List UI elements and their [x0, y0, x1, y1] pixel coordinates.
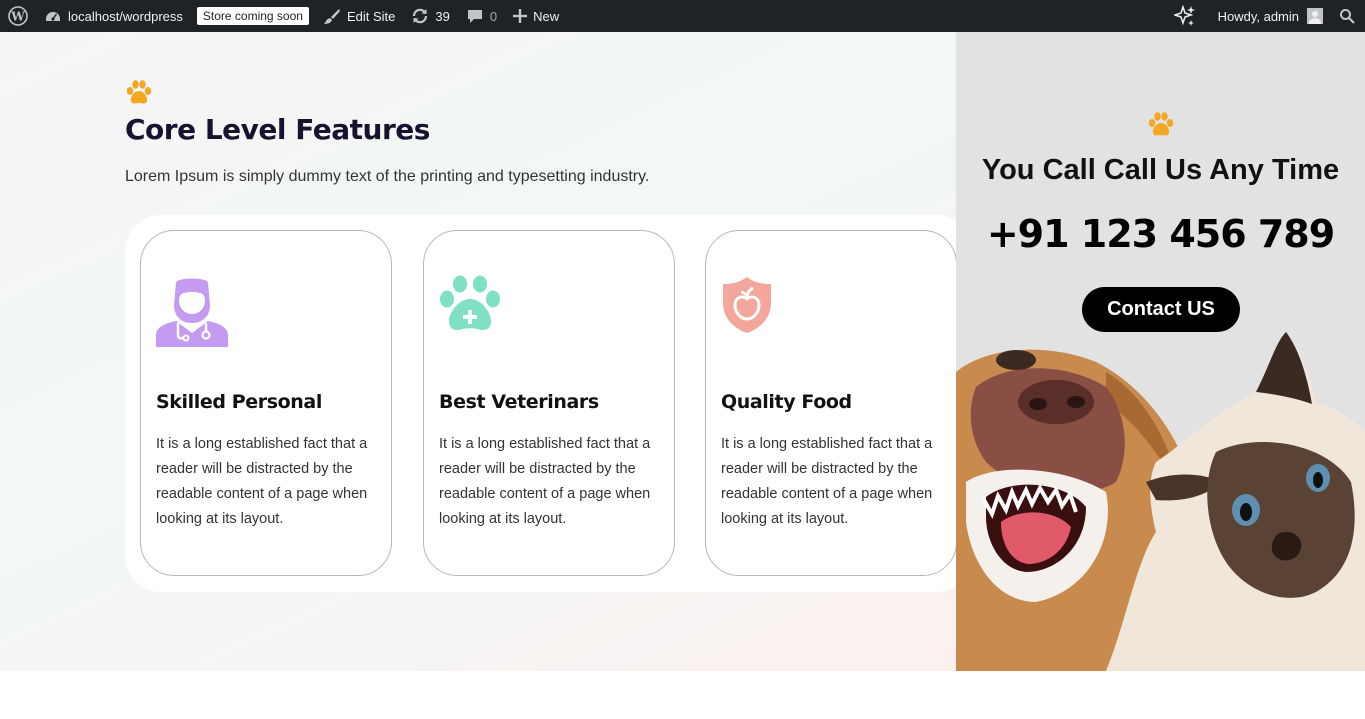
- site-name-link[interactable]: localhost/wordpress: [36, 0, 191, 32]
- feature-card-quality-food: Quality Food It is a long established fa…: [705, 230, 957, 576]
- card-title: Quality Food: [721, 391, 852, 413]
- feature-card-skilled-personal: Skilled Personal It is a long establishe…: [140, 230, 392, 576]
- edit-site-link[interactable]: Edit Site: [315, 0, 403, 32]
- feature-card-best-veterinars: Best Veterinars It is a long established…: [423, 230, 675, 576]
- phone-number: +91 123 456 789: [986, 212, 1335, 256]
- wordpress-icon: W: [8, 6, 28, 26]
- search-button[interactable]: [1331, 0, 1365, 32]
- edit-site-label: Edit Site: [346, 8, 396, 24]
- admin-bar: W localhost/wordpress Store coming soon …: [0, 0, 1365, 32]
- card-text: It is a long established fact that a rea…: [156, 436, 368, 527]
- shield-apple-icon: [723, 277, 771, 333]
- features-panel: Skilled Personal It is a long establishe…: [125, 215, 973, 592]
- card-title: Skilled Personal: [156, 391, 322, 413]
- paw-icon: [1148, 112, 1174, 136]
- contact-title: You Call Call Us Any Time: [981, 154, 1340, 186]
- my-account-link[interactable]: Howdy, admin: [1210, 0, 1331, 32]
- updates-count: 39: [435, 8, 450, 24]
- plus-icon: [513, 9, 528, 23]
- paw-plus-icon: [440, 275, 500, 331]
- card-text: It is a long established fact that a rea…: [439, 436, 651, 527]
- new-label: New: [533, 8, 560, 24]
- comments-count: 0: [489, 8, 498, 24]
- features-section: Core Level Features Lorem Ipsum is simpl…: [0, 32, 973, 671]
- contact-section: You Call Call Us Any Time +91 123 456 78…: [956, 32, 1365, 671]
- sparkle-icon: [1173, 5, 1195, 26]
- comments-link[interactable]: 0: [458, 0, 505, 32]
- doctor-icon: [156, 278, 228, 347]
- brush-icon: [323, 9, 340, 24]
- wordpress-logo-button[interactable]: W: [0, 0, 36, 32]
- new-content-link[interactable]: New: [505, 0, 567, 32]
- store-coming-soon-link[interactable]: Store coming soon: [191, 0, 315, 32]
- store-status-badge: Store coming soon: [196, 7, 309, 25]
- dashboard-icon: [46, 12, 60, 21]
- contact-us-button[interactable]: Contact US: [1082, 287, 1240, 332]
- paw-icon: [126, 80, 152, 104]
- section-lead: Lorem Ipsum is simply dummy text of the …: [125, 168, 650, 185]
- card-text: It is a long established fact that a rea…: [721, 436, 933, 527]
- dog-and-cat-image: [956, 332, 1365, 671]
- avatar: [1307, 8, 1323, 24]
- refresh-icon: [413, 8, 428, 24]
- svg-text:W: W: [10, 10, 25, 24]
- howdy-label: Howdy, admin: [1217, 8, 1299, 24]
- ai-assistant-button[interactable]: [1160, 0, 1210, 32]
- site-name-label: localhost/wordpress: [68, 8, 183, 24]
- comment-icon: [467, 10, 482, 23]
- search-icon: [1340, 9, 1355, 24]
- updates-link[interactable]: 39: [403, 0, 457, 32]
- section-title: Core Level Features: [125, 113, 430, 146]
- card-title: Best Veterinars: [439, 391, 599, 413]
